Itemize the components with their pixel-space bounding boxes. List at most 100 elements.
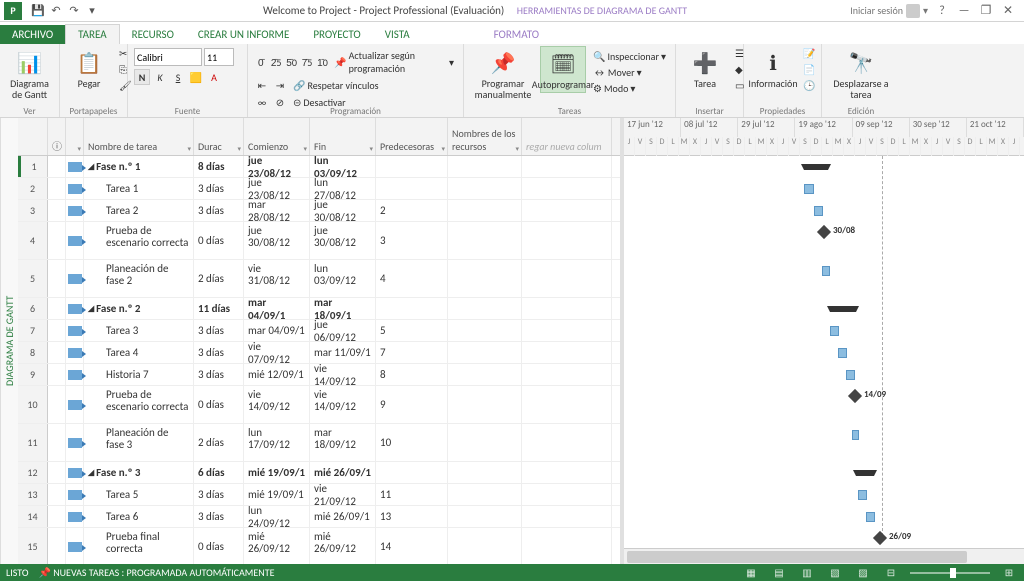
resource-cell[interactable] (448, 506, 522, 527)
gantt-summary-bar[interactable] (804, 164, 828, 170)
zoom-slider[interactable] (910, 572, 990, 574)
add-cell[interactable] (522, 528, 612, 564)
paste-button[interactable]: 📋Pegar (66, 46, 112, 91)
header-mode[interactable]: ▾ (66, 118, 84, 155)
start-cell[interactable]: jue 30/08/12 (244, 222, 310, 259)
duration-cell[interactable]: 3 días (194, 320, 244, 341)
name-cell[interactable]: Historia 7 (84, 364, 194, 385)
finish-cell[interactable]: jue 06/09/12 (310, 320, 376, 341)
mode-cell[interactable] (66, 320, 84, 341)
info-cell[interactable] (48, 298, 66, 319)
finish-cell[interactable]: lun 03/09/12 (310, 156, 376, 177)
duration-cell[interactable]: 11 días (194, 298, 244, 319)
resource-cell[interactable] (448, 484, 522, 505)
tab-file[interactable]: ARCHIVO (0, 25, 65, 44)
tab-formato[interactable]: FORMATO (482, 25, 551, 44)
header-duration[interactable]: Durac▾ (194, 118, 244, 155)
finish-cell[interactable]: mar 11/09/1 (310, 342, 376, 363)
resource-cell[interactable] (448, 528, 522, 564)
pred-cell[interactable] (376, 462, 448, 483)
row-number[interactable]: 11 (18, 424, 48, 461)
duration-cell[interactable]: 2 días (194, 260, 244, 297)
duration-cell[interactable]: 3 días (194, 342, 244, 363)
start-cell[interactable]: mar 04/09/1 (244, 320, 310, 341)
table-row[interactable]: 11Planeación de fase 32 díaslun 17/09/12… (18, 424, 620, 462)
mode-cell[interactable] (66, 178, 84, 199)
header-info[interactable]: ⓘ (48, 118, 66, 155)
finish-cell[interactable]: mié 26/09/1 (310, 506, 376, 527)
pct75-icon[interactable]: 7̄5 (300, 54, 313, 70)
pred-cell[interactable] (376, 178, 448, 199)
gantt-task-bar[interactable] (830, 326, 839, 336)
tab-tarea[interactable]: TAREA (65, 24, 119, 44)
close-icon[interactable]: ✕ (998, 2, 1018, 20)
pred-cell[interactable]: 7 (376, 342, 448, 363)
pred-cell[interactable]: 5 (376, 320, 448, 341)
table-row[interactable]: 3Tarea 23 díasmar 28/08/12jue 30/08/122 (18, 200, 620, 222)
table-row[interactable]: 12◢Fase n.º 36 díasmié 19/09/1mié 26/09/… (18, 462, 620, 484)
header-rownum[interactable] (18, 118, 48, 155)
pct25-icon[interactable]: 2̄5 (269, 54, 282, 70)
row-number[interactable]: 10 (18, 386, 48, 423)
row-number[interactable]: 13 (18, 484, 48, 505)
add-cell[interactable] (522, 342, 612, 363)
row-number[interactable]: 12 (18, 462, 48, 483)
resource-cell[interactable] (448, 156, 522, 177)
pred-cell[interactable] (376, 298, 448, 319)
resource-cell[interactable] (448, 364, 522, 385)
duration-cell[interactable]: 3 días (194, 484, 244, 505)
name-cell[interactable]: ◢Fase n.º 2 (84, 298, 194, 319)
row-number[interactable]: 14 (18, 506, 48, 527)
mode-cell[interactable] (66, 260, 84, 297)
resource-cell[interactable] (448, 200, 522, 221)
info-cell[interactable] (48, 364, 66, 385)
insert-task-button[interactable]: ➕Tarea (682, 46, 728, 91)
respect-links-button[interactable]: 🔗 Respetar vínculos (290, 78, 382, 93)
duration-cell[interactable]: 2 días (194, 424, 244, 461)
info-cell[interactable] (48, 222, 66, 259)
row-number[interactable]: 6 (18, 298, 48, 319)
duration-cell[interactable]: 3 días (194, 364, 244, 385)
gantt-summary-bar[interactable] (830, 306, 856, 312)
finish-cell[interactable]: lun 27/08/12 (310, 178, 376, 199)
resource-cell[interactable] (448, 298, 522, 319)
info-button[interactable]: ℹInformación (750, 46, 796, 91)
zoom-out-icon[interactable]: ⊟ (882, 566, 900, 580)
details-icon[interactable]: 📄 (800, 62, 818, 77)
font-color-icon[interactable]: A (206, 69, 222, 85)
finish-cell[interactable]: mar 18/09/12 (310, 424, 376, 461)
table-row[interactable]: 4Prueba de escenario correcta0 díasjue 3… (18, 222, 620, 260)
finish-cell[interactable]: vie 21/09/12 (310, 484, 376, 505)
gantt-body[interactable]: 30/0814/0926/09 (624, 156, 1024, 536)
mode-cell[interactable] (66, 200, 84, 221)
gantt-task-bar[interactable] (838, 348, 847, 358)
start-cell[interactable]: lun 24/09/12 (244, 506, 310, 527)
duration-cell[interactable]: 0 días (194, 222, 244, 259)
status-new-tasks[interactable]: 📌 NUEVAS TAREAS : PROGRAMADA AUTOMÁTICAM… (38, 566, 274, 579)
mode-cell[interactable] (66, 424, 84, 461)
gantt-task-bar[interactable] (858, 490, 867, 500)
outdent-icon[interactable]: ⇤ (254, 77, 270, 93)
pred-cell[interactable]: 10 (376, 424, 448, 461)
add-cell[interactable] (522, 178, 612, 199)
start-cell[interactable]: mié 26/09/12 (244, 528, 310, 564)
mode-cell[interactable] (66, 462, 84, 483)
italic-button[interactable]: K (152, 69, 168, 85)
finish-cell[interactable]: mar 18/09/1 (310, 298, 376, 319)
gantt-task-bar[interactable] (814, 206, 823, 216)
pred-cell[interactable] (376, 156, 448, 177)
table-row[interactable]: 2Tarea 13 díasjue 23/08/12lun 27/08/12 (18, 178, 620, 200)
table-row[interactable]: 14Tarea 63 díaslun 24/09/12mié 26/09/113 (18, 506, 620, 528)
add-cell[interactable] (522, 156, 612, 177)
add-cell[interactable] (522, 386, 612, 423)
info-cell[interactable] (48, 462, 66, 483)
duration-cell[interactable]: 3 días (194, 178, 244, 199)
pred-cell[interactable]: 14 (376, 528, 448, 564)
add-cell[interactable] (522, 364, 612, 385)
inspect-button[interactable]: 🔍 Inspeccionar ▾ (590, 49, 669, 64)
add-cell[interactable] (522, 484, 612, 505)
view-sidebar-label[interactable]: DIAGRAMA DE GANTT (0, 118, 18, 564)
view-resource-icon[interactable]: ▧ (826, 566, 844, 580)
resource-cell[interactable] (448, 424, 522, 461)
redo-icon[interactable]: ↷ (66, 3, 82, 19)
